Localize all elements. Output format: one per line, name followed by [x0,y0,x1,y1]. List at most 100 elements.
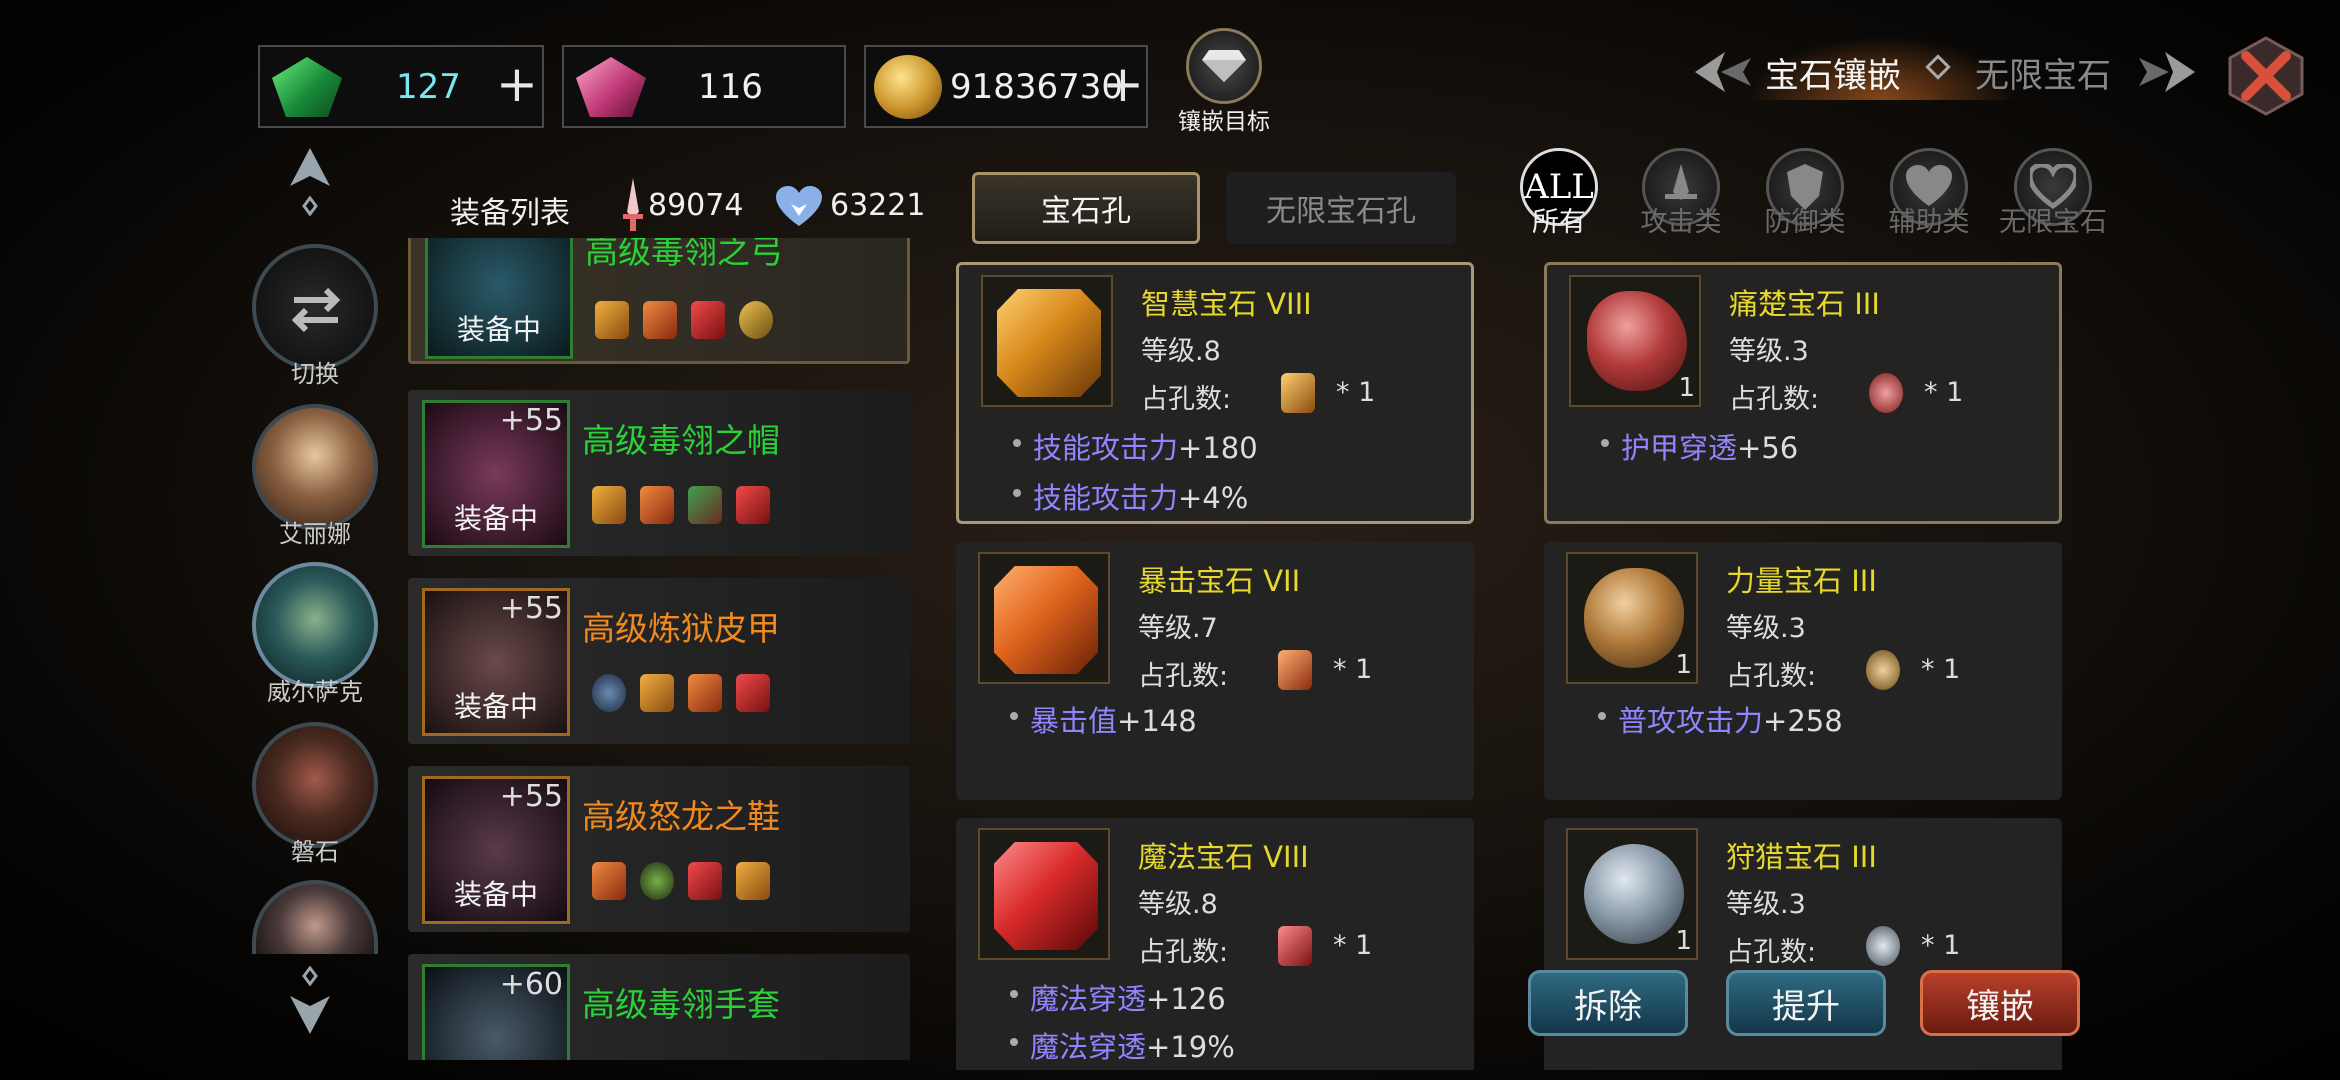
equipment-name: 高级毒翎之帽 [582,421,780,460]
equipped-label: 装备中 [453,502,538,535]
hero-avatar-rock[interactable] [252,722,378,848]
gem-count: 1 [1675,650,1692,680]
slot-gem-icon [1278,926,1312,966]
hero-avatar-wilsack[interactable] [252,562,378,688]
gem-slots-count: * 1 [1336,377,1376,408]
gem-icon [688,862,722,900]
gem-icon [739,301,773,339]
defense-power-value: 63221 [830,188,926,223]
equipped-label: 装备中 [453,690,538,723]
scroll-down-arrow-icon[interactable] [288,966,332,1036]
gem-icon [592,674,626,712]
gem-card-critical[interactable]: 暴击宝石 VII 等级.7 占孔数: * 1 暴击值+148 [956,542,1474,800]
equipment-item-gloves[interactable]: +60 高级毒翎手套 [408,954,910,1060]
gem-slots: 占孔数: * 1 [1141,373,1375,416]
top-tab-bar: 宝石镶嵌 无限宝石 [1695,36,2195,100]
gem-slots-label: 占孔数: [1729,384,1820,415]
swap-icon [291,287,341,333]
equipment-item-boots[interactable]: +55 装备中 高级怒龙之鞋 [408,766,910,932]
gem-slots-count: * 1 [1921,930,1961,961]
left-ornament-icon [1695,52,1751,92]
gem-slots: 占孔数: * 1 [1138,650,1372,693]
gem-level: 等级.8 [1141,336,1221,367]
tab-gem-inlay[interactable]: 宝石镶嵌 [1765,48,1901,97]
scroll-up-arrow-icon[interactable] [288,146,332,216]
socket-gems [592,862,770,900]
gem-image [978,552,1110,684]
gem-card-pain[interactable]: 1 痛楚宝石 III 等级.3 占孔数: * 1 护甲穿透+56 [1544,262,2062,524]
add-gold-button[interactable]: + [1102,59,1144,109]
enhance-level: +60 [499,967,563,1002]
gem-image [981,275,1113,407]
ruby-counter: 116 [562,45,846,128]
gem-icon [688,674,722,712]
socket-gems [595,301,773,339]
gem-slots: 占孔数: * 1 [1138,926,1372,969]
equipment-name: 高级炼狱皮甲 [582,609,780,648]
filter-infinite-label: 无限宝石 [1999,207,2107,238]
inlay-button[interactable]: 镶嵌 [1920,970,2080,1036]
strength-gem-icon [1584,568,1684,668]
equipment-name: 高级毒翎手套 [582,985,780,1024]
gem-grid[interactable]: 智慧宝石 VIII 等级.8 占孔数: * 1 技能攻击力+180 技能攻击力+… [950,258,2080,1070]
switch-button[interactable] [252,244,378,370]
gem-slots-count: * 1 [1921,654,1961,685]
hero-label-rock: 磐石 [291,838,339,866]
socket-gems [592,486,770,524]
gem-level: 等级.3 [1726,613,1806,644]
pain-gem-icon [1587,291,1687,391]
gem-slots-label: 占孔数: [1141,384,1232,415]
equipment-item-hat[interactable]: +55 装备中 高级毒翎之帽 [408,390,910,556]
close-button[interactable] [2226,36,2306,116]
upgrade-button[interactable]: 提升 [1726,970,1886,1036]
ruby-value: 116 [698,66,763,107]
slot-gem-icon [1866,926,1900,966]
socket-gems [592,674,770,712]
remove-button[interactable]: 拆除 [1528,970,1688,1036]
filter-support-label: 辅助类 [1888,207,1970,238]
inlay-target-button[interactable]: 镶嵌目标 [1168,28,1280,135]
gem-icon [640,486,674,524]
hero-avatar-alina[interactable] [252,404,378,530]
equipment-item-armor[interactable]: +55 装备中 高级炼狱皮甲 [408,578,910,744]
gem-card-magic[interactable]: 魔法宝石 VIII 等级.8 占孔数: * 1 魔法穿透+126 魔法穿透+19… [956,818,1474,1070]
gem-image: 1 [1566,552,1698,684]
tab-infinite-gem[interactable]: 无限宝石 [1975,48,2111,97]
gem-level: 等级.7 [1138,613,1218,644]
equipment-list-title: 装备列表 [450,196,570,231]
gem-icon [736,862,770,900]
slot-gem-icon [1278,650,1312,690]
gem-image [978,828,1110,960]
emerald-icon [272,57,342,117]
tab-gem-slot[interactable]: 宝石孔 [972,172,1200,244]
filter-defense-label: 防御类 [1764,207,1846,238]
gem-icon [595,301,629,339]
gem-slots: 占孔数: * 1 [1729,373,1963,416]
tab-infinite-gem-slot[interactable]: 无限宝石孔 [1226,172,1456,244]
add-emerald-button[interactable]: + [496,59,538,109]
gem-icon [643,301,677,339]
emerald-counter: 127 + [258,45,544,128]
equipped-label: 装备中 [456,313,541,346]
magic-gem-icon [994,842,1098,950]
switch-label: 切换 [291,360,339,388]
equipment-item-bow[interactable]: 装备中 高级毒翎之弓 [408,238,910,364]
gem-name: 痛楚宝石 III [1729,287,1880,321]
attack-power-value: 89074 [648,188,744,223]
gem-card-strength[interactable]: 1 力量宝石 III 等级.3 占孔数: * 1 普攻攻击力+258 [1544,542,2062,800]
gem-count: 1 [1678,373,1695,403]
gem-icon [736,486,770,524]
gem-name: 魔法宝石 VIII [1138,840,1309,874]
slot-gem-icon [1869,373,1903,413]
gem-icon [691,301,725,339]
sword-icon [623,178,643,231]
gem-icon [640,862,674,900]
equipment-thumb: +55 装备中 [422,588,570,736]
gem-name: 力量宝石 III [1726,564,1877,598]
hero-label-alina: 艾丽娜 [279,520,351,548]
equipment-list[interactable]: 装备中 高级毒翎之弓 +55 装备中 高级毒翎之帽 +55 装备中 高级炼狱皮甲 [400,238,920,1060]
enhance-level: +55 [499,403,563,438]
gem-slots: 占孔数: * 1 [1726,650,1960,693]
hunting-gem-icon [1584,844,1684,944]
gem-card-wisdom[interactable]: 智慧宝石 VIII 等级.8 占孔数: * 1 技能攻击力+180 技能攻击力+… [956,262,1474,524]
